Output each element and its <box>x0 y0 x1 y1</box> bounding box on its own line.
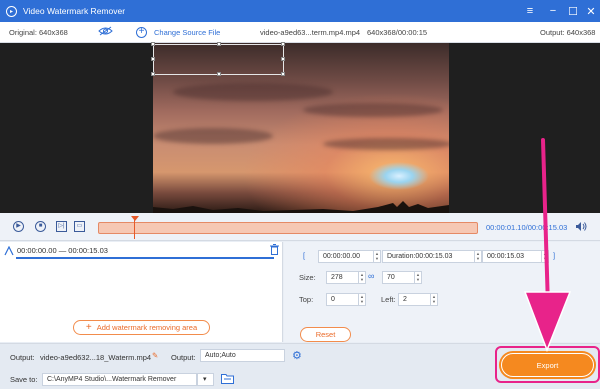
plus-icon: + <box>85 322 92 333</box>
title-bar: ▸ Video Watermark Remover ≡ − ☐ ✕ <box>0 0 600 22</box>
segment-panel: 00:00:00.00 — 00:00:15.03 + Add watermar… <box>0 242 283 342</box>
timeline-bar: ▶ ■ ▷| ▭ 00:00:01.10/00:00:15.03 <box>0 213 600 241</box>
video-preview-area <box>0 42 600 213</box>
width-field[interactable]: 278 ▲ ▼ <box>326 271 366 284</box>
original-resolution: Original: 640x368 <box>9 28 68 37</box>
playhead-line[interactable] <box>134 217 135 239</box>
add-watermark-area-button[interactable]: + Add watermark removing area <box>73 320 210 335</box>
size-label: Size: <box>299 273 316 282</box>
left-field[interactable]: 2 ▲ ▼ <box>398 293 438 306</box>
minimize-icon[interactable]: − <box>544 0 562 22</box>
output-format-field[interactable]: Auto;Auto <box>200 349 285 362</box>
watermark-selection-box[interactable] <box>151 42 285 76</box>
export-button[interactable]: Export <box>501 353 594 377</box>
height-field[interactable]: 70 ▲ ▼ <box>382 271 422 284</box>
output-label: Output: <box>10 353 35 362</box>
info-bar: Original: 640x368 + Change Source File v… <box>0 22 600 43</box>
top-field[interactable]: 0 ▲ ▼ <box>326 293 366 306</box>
segment-icon <box>4 245 14 258</box>
output-format-label: Output: <box>171 353 196 362</box>
bracket-open: [ <box>303 251 306 260</box>
clip-icon[interactable]: ▭ <box>74 221 85 232</box>
end-time-field[interactable]: 00:00:15.03 ▲ ▼ <box>482 250 549 263</box>
treeline-silhouette <box>153 201 449 213</box>
app-logo-icon: ▸ <box>6 5 17 17</box>
add-area-label: Add watermark removing area <box>96 323 198 332</box>
top-label: Top: <box>299 295 314 304</box>
maximize-icon[interactable]: ☐ <box>564 0 582 22</box>
add-source-icon[interactable]: + <box>136 27 147 38</box>
close-icon[interactable]: ✕ <box>582 0 600 22</box>
stop-icon[interactable]: ■ <box>35 221 46 232</box>
source-filename: video-a9ed63...term.mp4.mp4 <box>260 28 361 37</box>
settings-gear-icon[interactable]: ⚙ <box>292 349 302 362</box>
segment-range: 00:00:00.00 — 00:00:15.03 <box>17 246 108 255</box>
volume-icon[interactable] <box>575 221 587 234</box>
output-resolution: Output: 640x368 <box>540 28 596 37</box>
duration-field[interactable]: Duration:00:00:15.03 ▲ ▼ <box>382 250 482 263</box>
save-to-label: Save to: <box>10 375 38 384</box>
delete-icon[interactable] <box>270 244 279 257</box>
playhead-marker[interactable] <box>131 216 139 221</box>
time-display: 00:00:01.10/00:00:15.03 <box>486 223 568 232</box>
segment-line <box>16 257 274 259</box>
save-path-field[interactable]: C:\AnyMP4 Studio\...Watermark Remover <box>42 373 197 386</box>
menu-icon[interactable]: ≡ <box>521 0 539 22</box>
bracket-close: ] <box>553 251 556 260</box>
next-frame-icon[interactable]: ▷| <box>56 221 67 232</box>
source-meta: 640x368/00:00:15 <box>367 28 428 37</box>
change-source-link[interactable]: Change Source File <box>154 28 220 37</box>
play-icon[interactable]: ▶ <box>13 221 24 232</box>
window-title: Video Watermark Remover <box>23 6 126 16</box>
save-path-dropdown[interactable]: ▾ <box>197 373 214 386</box>
link-ratio-icon[interactable]: ∞ <box>368 271 374 281</box>
reset-button[interactable]: Reset <box>300 327 351 342</box>
eye-hidden-icon[interactable] <box>98 26 113 38</box>
left-label: Left: <box>381 295 396 304</box>
app-window: ▸ Video Watermark Remover ≡ − ☐ ✕ Origin… <box>0 0 600 389</box>
open-folder-icon[interactable] <box>221 373 234 386</box>
timeline-track[interactable] <box>98 222 478 234</box>
start-time-field[interactable]: 00:00:00.00 ▲ ▼ <box>318 250 381 263</box>
output-filename: video-a9ed632...18_Waterm.mp4 <box>40 353 152 362</box>
edit-icon[interactable]: ✎ <box>152 351 158 360</box>
